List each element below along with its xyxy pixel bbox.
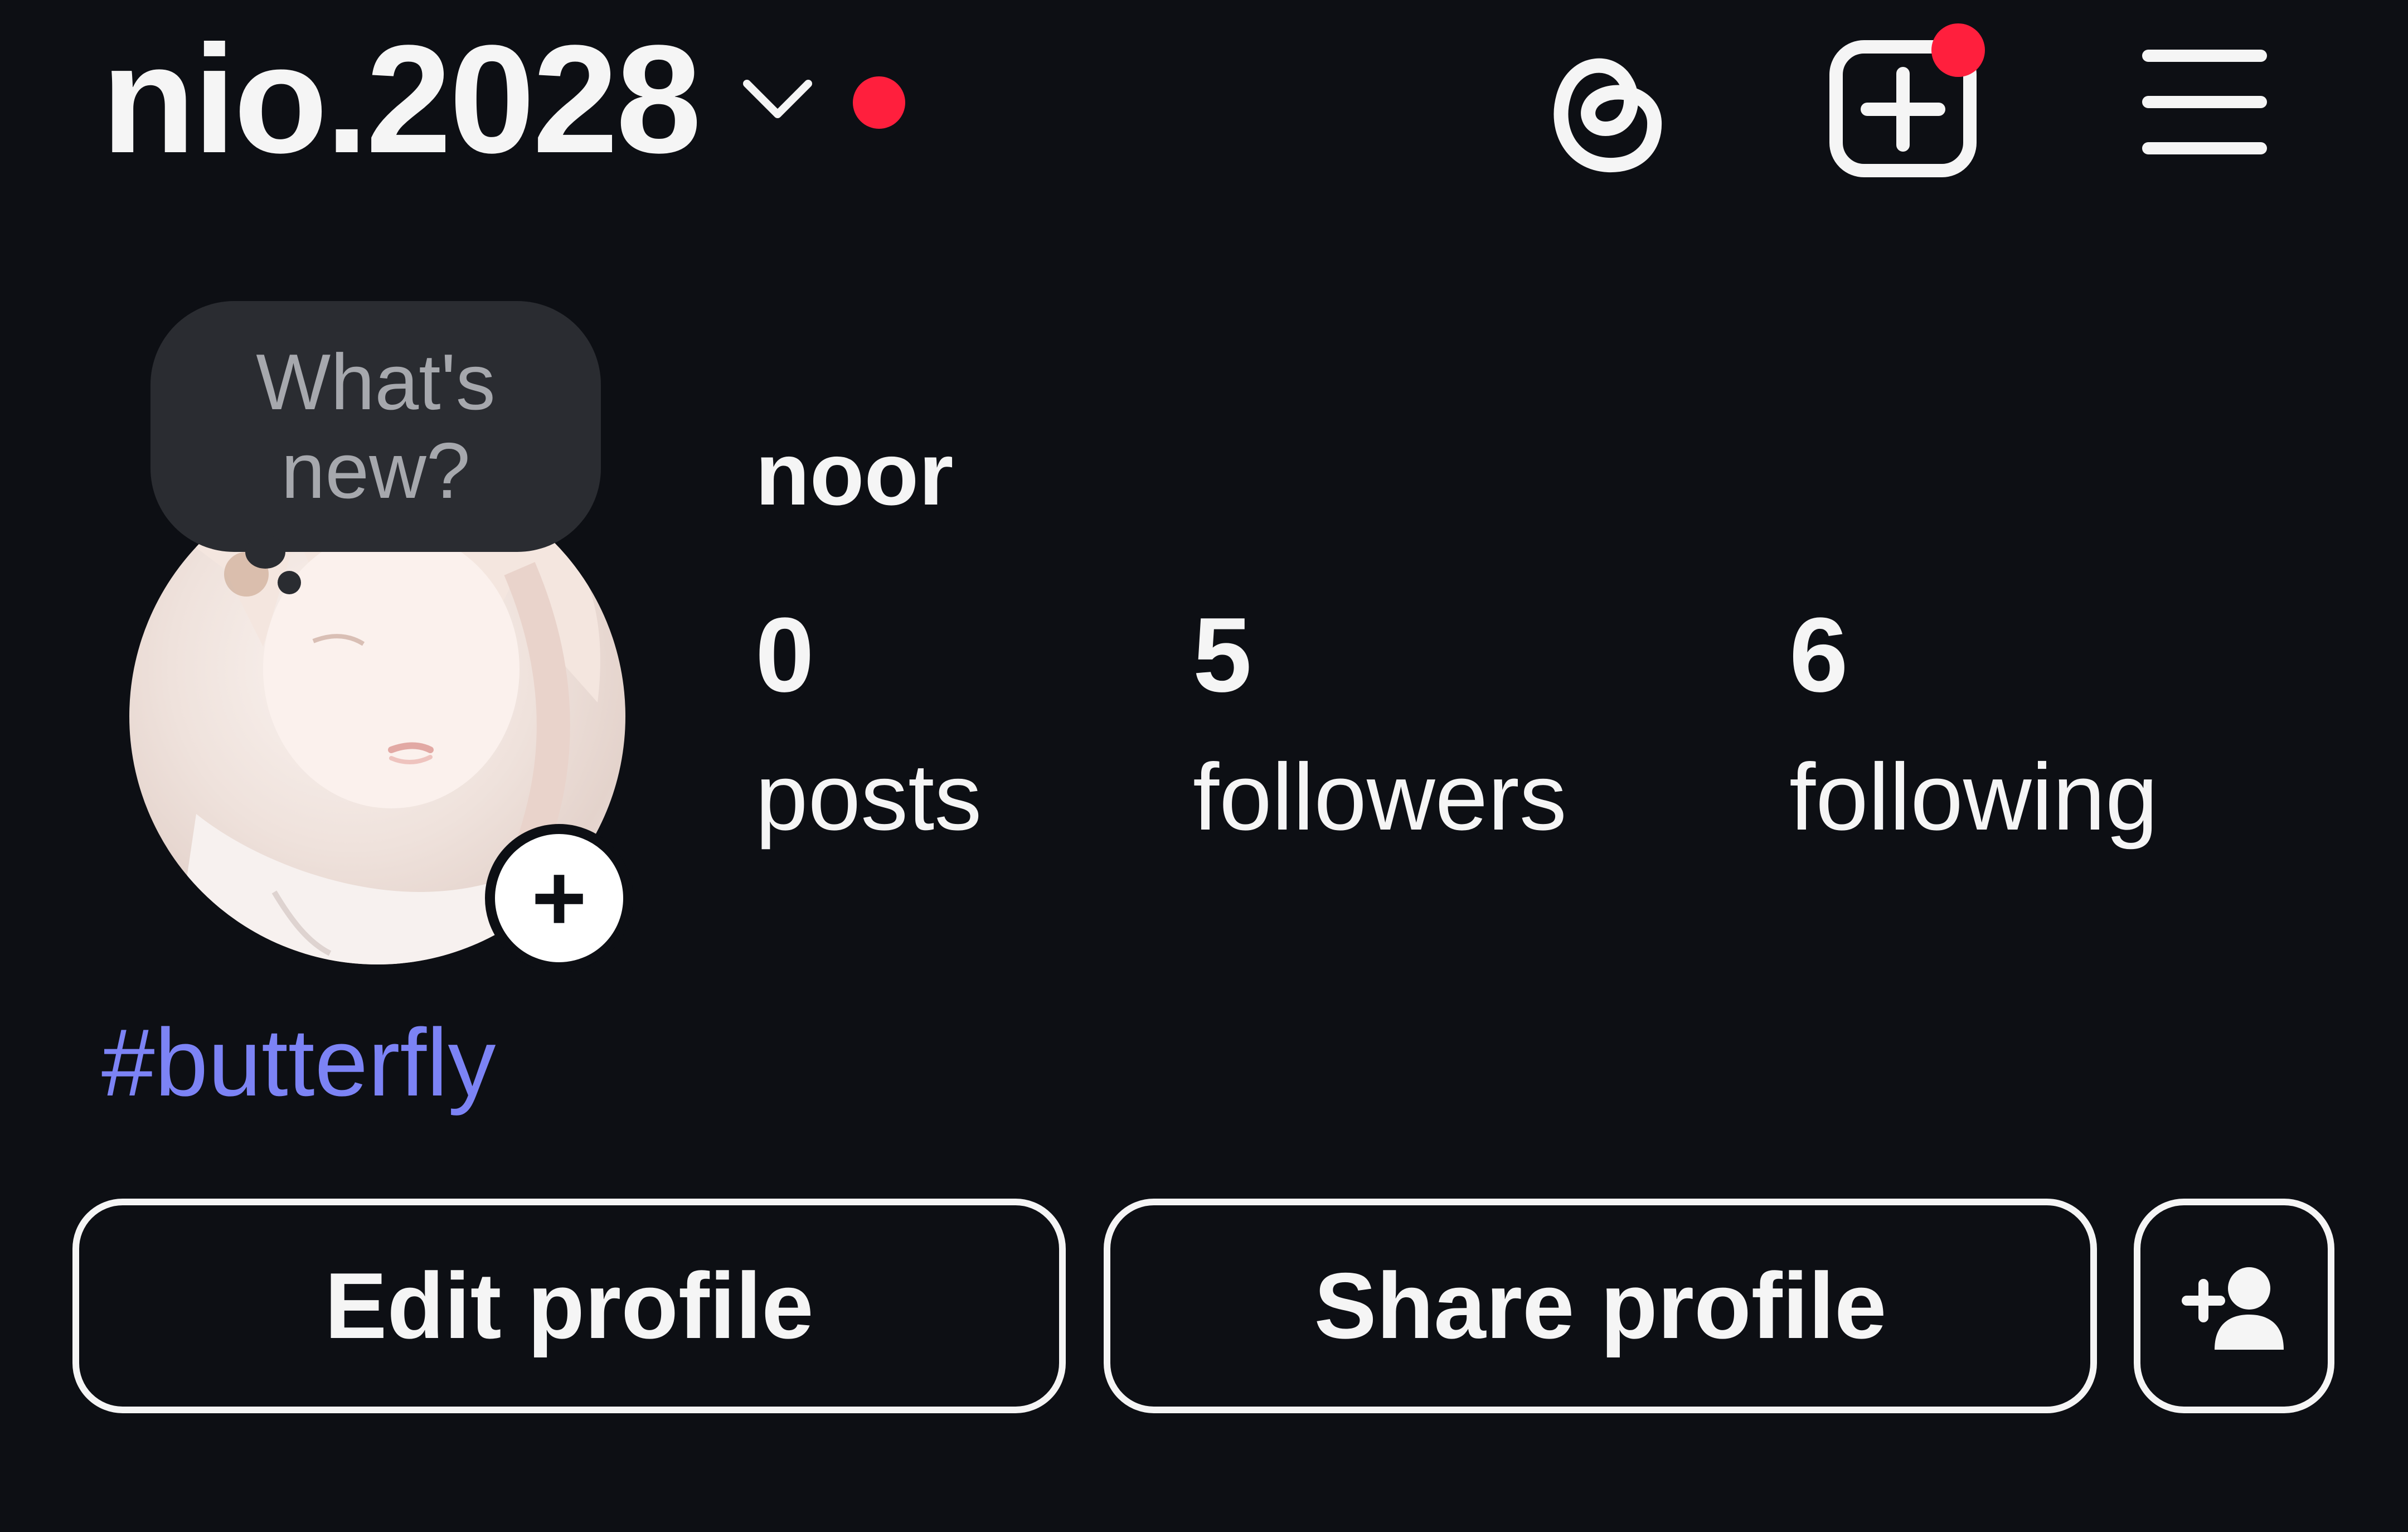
posts-count: 0 — [755, 596, 814, 714]
whats-new-bubble[interactable]: What's new? — [151, 301, 601, 552]
username-switcher[interactable]: nio.2028 — [101, 22, 702, 176]
edit-profile-button[interactable]: Edit profile — [72, 1199, 1066, 1413]
followers-count: 5 — [1193, 596, 1252, 714]
following-label: following — [1789, 744, 2158, 850]
plus-icon: + — [531, 845, 587, 951]
posts-stat[interactable]: 0 posts — [755, 602, 982, 845]
following-stat[interactable]: 6 following — [1789, 602, 2158, 845]
display-name: noor — [755, 424, 954, 523]
notification-dot — [853, 76, 905, 129]
whats-new-text: What's new? — [256, 337, 496, 515]
share-profile-button[interactable]: Share profile — [1104, 1199, 2097, 1413]
bio-hashtag-link[interactable]: #butterfly — [101, 1015, 496, 1111]
menu-icon[interactable] — [2140, 43, 2269, 161]
add-person-icon — [2182, 1267, 2284, 1350]
bubble-tail — [245, 535, 285, 569]
add-story-button[interactable]: + — [485, 824, 633, 972]
followers-label: followers — [1193, 744, 1567, 850]
threads-icon[interactable] — [1533, 32, 1667, 177]
create-notification-dot — [1931, 23, 1985, 77]
bubble-tail-dot — [278, 571, 301, 594]
followers-stat[interactable]: 5 followers — [1193, 602, 1567, 845]
following-count: 6 — [1789, 596, 1848, 714]
discover-people-button[interactable] — [2134, 1199, 2334, 1413]
posts-label: posts — [755, 744, 982, 850]
chevron-down-icon[interactable] — [741, 72, 814, 128]
profile-screen: nio.2028 + What's new? noor 0 posts 5 fo… — [0, 0, 2408, 1532]
